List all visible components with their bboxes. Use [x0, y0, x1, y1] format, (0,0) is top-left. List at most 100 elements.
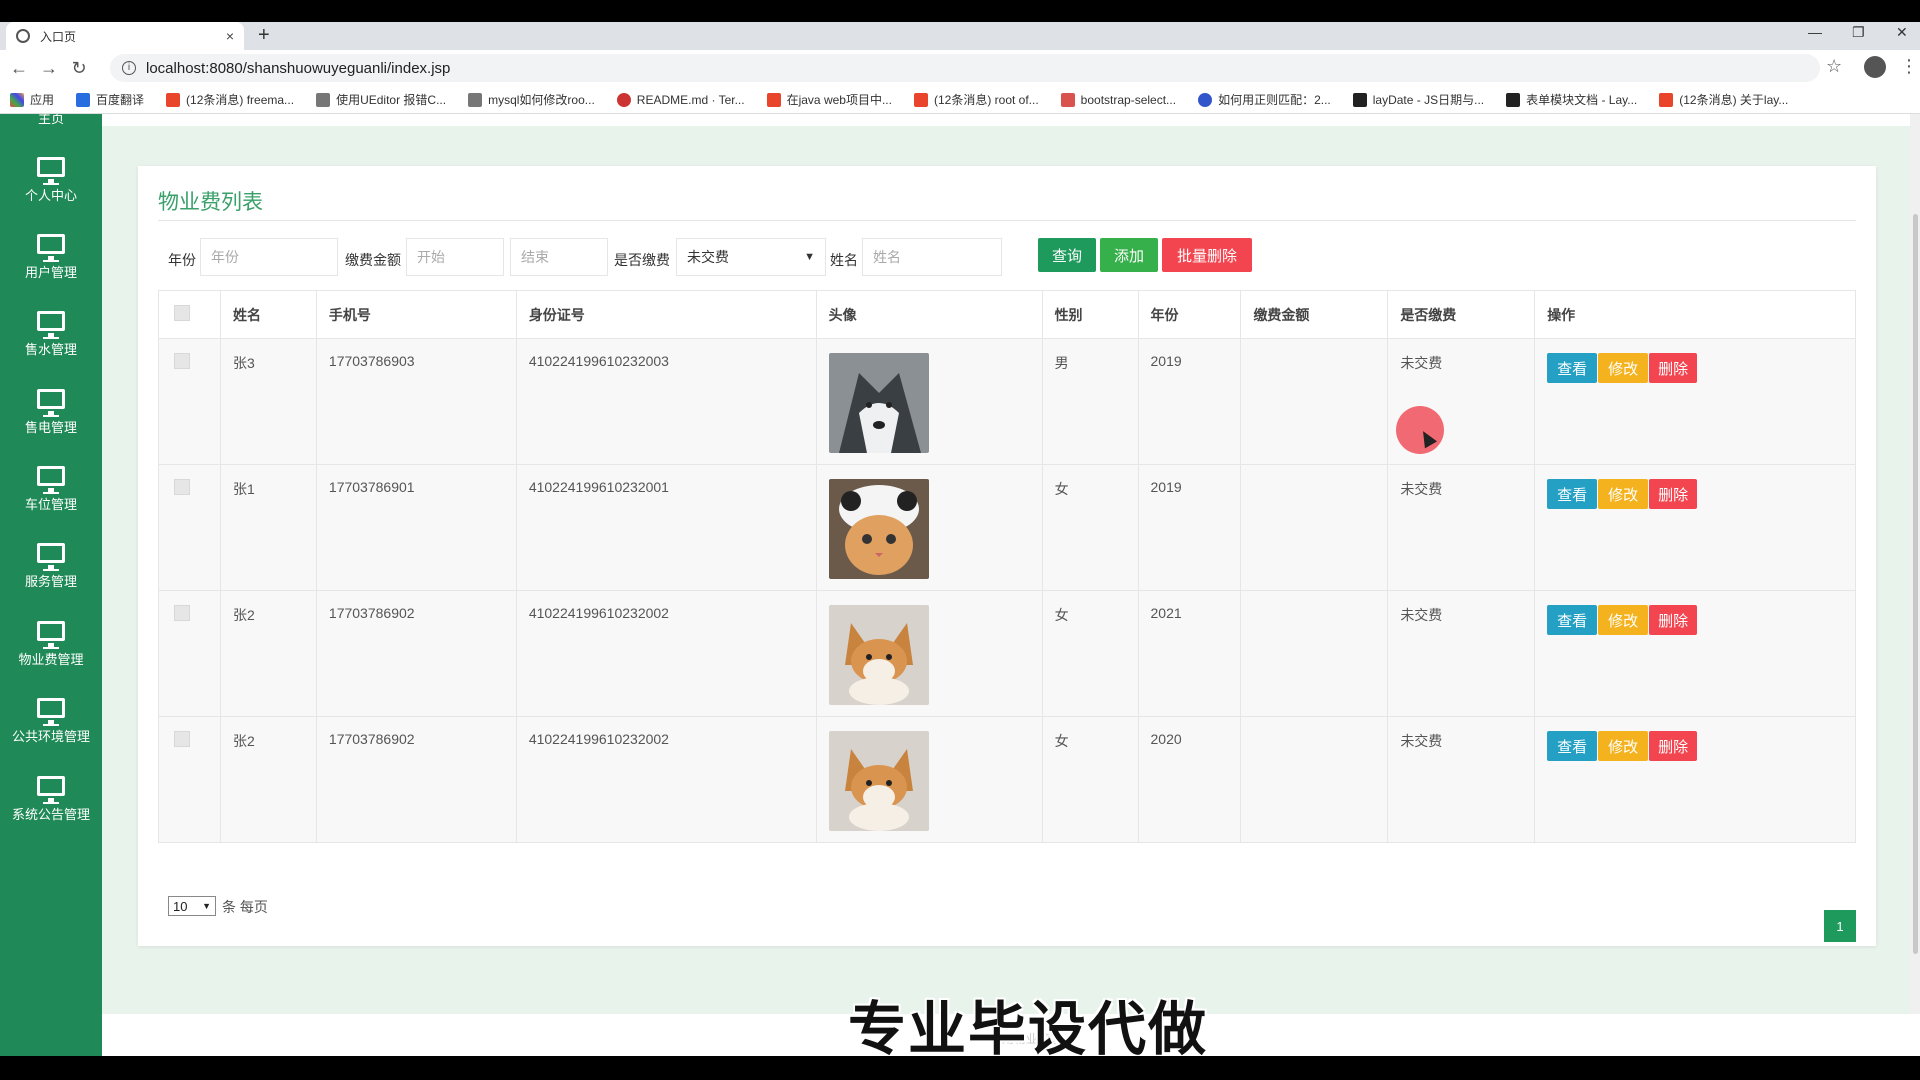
paid-select[interactable]: 未交费 ▼ — [676, 238, 826, 276]
monitor-icon — [37, 234, 65, 262]
cell-paid: 未交费 — [1387, 590, 1536, 717]
query-button[interactable]: 查询 — [1038, 238, 1096, 272]
bookmark-apps[interactable]: 应用 — [10, 91, 54, 108]
bookmarks-bar: 应用 百度翻译 (12条消息) freema... 使用UEditor 报错C.… — [0, 86, 1920, 114]
bookmark-item[interactable]: 表单模块文档 - Lay... — [1506, 91, 1637, 108]
cell-name: 张2 — [219, 716, 317, 843]
bookmark-item[interactable]: (12条消息) root of... — [913, 91, 1039, 108]
table-row: 张2 17703786902 410224199610232002 — [158, 716, 1856, 843]
sidebar-item-parking[interactable]: 车位管理 — [0, 451, 102, 528]
bookmark-item[interactable]: layDate - JS日期与... — [1352, 91, 1484, 108]
edit-button[interactable]: 修改 — [1598, 353, 1649, 383]
sidebar-item-announcement[interactable]: 系统公告管理 — [0, 761, 102, 838]
add-button[interactable]: 添加 — [1100, 238, 1158, 272]
amount-start-input[interactable]: 开始 — [406, 238, 504, 276]
monitor-icon — [37, 311, 65, 339]
row-checkbox[interactable] — [174, 353, 190, 369]
row-checkbox[interactable] — [174, 731, 190, 747]
csdn-icon — [766, 92, 781, 107]
bookmark-item[interactable]: 百度翻译 — [76, 91, 144, 108]
cell-id: 410224199610232002 — [515, 716, 817, 843]
table-row: 张3 17703786903 410224199610232003 男 2019… — [158, 338, 1856, 465]
page-header-strip — [102, 114, 1920, 126]
url-field[interactable]: i localhost:8080/shanshuowuyeguanli/inde… — [110, 54, 1820, 82]
menu-kebab-icon[interactable]: ⋮ — [1900, 56, 1918, 77]
page-title: 物业费列表 — [158, 191, 263, 214]
delete-button[interactable]: 删除 — [1649, 353, 1698, 383]
view-button[interactable]: 查看 — [1547, 479, 1598, 509]
table-row: 张1 17703786901 410224199610232001 女 2019… — [158, 464, 1856, 591]
cell-name: 张3 — [219, 338, 317, 465]
row-checkbox[interactable] — [174, 605, 190, 621]
page-size-select[interactable]: 10 ▼ — [168, 896, 216, 916]
column-header: 是否缴费 — [1387, 290, 1536, 339]
cell-id: 410224199610232002 — [515, 590, 817, 717]
reload-icon[interactable]: ↻ — [64, 58, 94, 79]
bookmark-item[interactable]: 使用UEditor 报错C... — [316, 91, 446, 108]
edit-button[interactable]: 修改 — [1598, 731, 1649, 761]
delete-button[interactable]: 删除 — [1649, 479, 1698, 509]
cell-gender: 女 — [1041, 716, 1139, 843]
delete-button[interactable]: 删除 — [1649, 605, 1698, 635]
sidebar-item-home[interactable]: 主页 — [0, 114, 102, 127]
cell-actions: 查看 修改 删除 — [1534, 590, 1856, 717]
minimize-icon[interactable]: — — [1808, 24, 1822, 40]
layui-icon — [1352, 92, 1367, 107]
view-button[interactable]: 查看 — [1547, 605, 1598, 635]
sidebar-item-electricity[interactable]: 售电管理 — [0, 374, 102, 451]
cell-avatar — [815, 464, 1043, 591]
profile-avatar-icon[interactable] — [1864, 56, 1886, 78]
view-button[interactable]: 查看 — [1547, 353, 1598, 383]
forward-icon[interactable]: → — [34, 58, 64, 79]
scrollbar-thumb[interactable] — [1913, 214, 1918, 954]
bookmark-item[interactable]: (12条消息) 关于lay... — [1659, 91, 1788, 108]
sidebar-item-profile[interactable]: 个人中心 — [0, 142, 102, 219]
csdn-icon — [913, 92, 928, 107]
cell-actions: 查看 修改 删除 — [1534, 716, 1856, 843]
cell-id: 410224199610232003 — [515, 338, 817, 465]
table-header-row: 姓名 手机号 身份证号 头像 性别 年份 缴费金额 是否缴费 操作 — [158, 290, 1856, 339]
chevron-down-icon: ▼ — [804, 251, 815, 263]
column-header: 身份证号 — [515, 290, 817, 339]
bookmark-item[interactable]: (12条消息) freema... — [166, 91, 294, 108]
column-header: 操作 — [1534, 290, 1856, 339]
back-icon[interactable]: ← — [4, 58, 34, 79]
sidebar-item-environment[interactable]: 公共环境管理 — [0, 683, 102, 760]
layui-icon — [1506, 92, 1521, 107]
sidebar-item-users[interactable]: 用户管理 — [0, 219, 102, 296]
bookmark-item[interactable]: 如何用正则匹配：2... — [1198, 91, 1331, 108]
cell-name: 张1 — [219, 464, 317, 591]
delete-button[interactable]: 删除 — [1649, 731, 1698, 761]
sidebar-item-water[interactable]: 售水管理 — [0, 296, 102, 373]
tab-title: 入口页 — [40, 29, 77, 44]
bookmark-item[interactable]: 在java web项目中... — [766, 91, 892, 108]
browser-tab[interactable]: 入口页 × — [6, 22, 244, 50]
monitor-icon — [37, 698, 65, 726]
view-button[interactable]: 查看 — [1547, 731, 1598, 761]
amount-end-input[interactable]: 结束 — [510, 238, 608, 276]
sidebar-item-service[interactable]: 服务管理 — [0, 528, 102, 605]
batch-delete-button[interactable]: 批量删除 — [1162, 238, 1252, 272]
csdn-icon — [1659, 92, 1674, 107]
row-checkbox[interactable] — [174, 479, 190, 495]
edit-button[interactable]: 修改 — [1598, 479, 1649, 509]
site-icon — [316, 92, 331, 107]
restore-icon[interactable]: ❐ — [1852, 24, 1865, 41]
page-number-button[interactable]: 1 — [1824, 910, 1856, 942]
bookmark-item[interactable]: mysql如何修改roo... — [468, 91, 595, 108]
name-input[interactable]: 姓名 — [862, 238, 1002, 276]
bookmark-star-icon[interactable]: ☆ — [1826, 56, 1842, 77]
sidebar-item-property-fee[interactable]: 物业费管理 — [0, 606, 102, 683]
cell-gender: 女 — [1041, 464, 1139, 591]
bookmark-item[interactable]: bootstrap-select... — [1060, 92, 1176, 107]
amount-label: 缴费金额 — [345, 252, 401, 268]
edit-button[interactable]: 修改 — [1598, 605, 1649, 635]
close-tab-icon[interactable]: × — [226, 28, 234, 44]
new-tab-icon[interactable]: + — [258, 24, 270, 47]
cell-avatar — [815, 590, 1043, 717]
info-icon[interactable]: i — [122, 61, 136, 75]
bookmark-item[interactable]: README.md · Ter... — [616, 92, 745, 107]
year-input[interactable]: 年份 — [200, 238, 338, 276]
select-all-checkbox[interactable] — [174, 305, 190, 321]
close-window-icon[interactable]: ✕ — [1896, 24, 1908, 41]
